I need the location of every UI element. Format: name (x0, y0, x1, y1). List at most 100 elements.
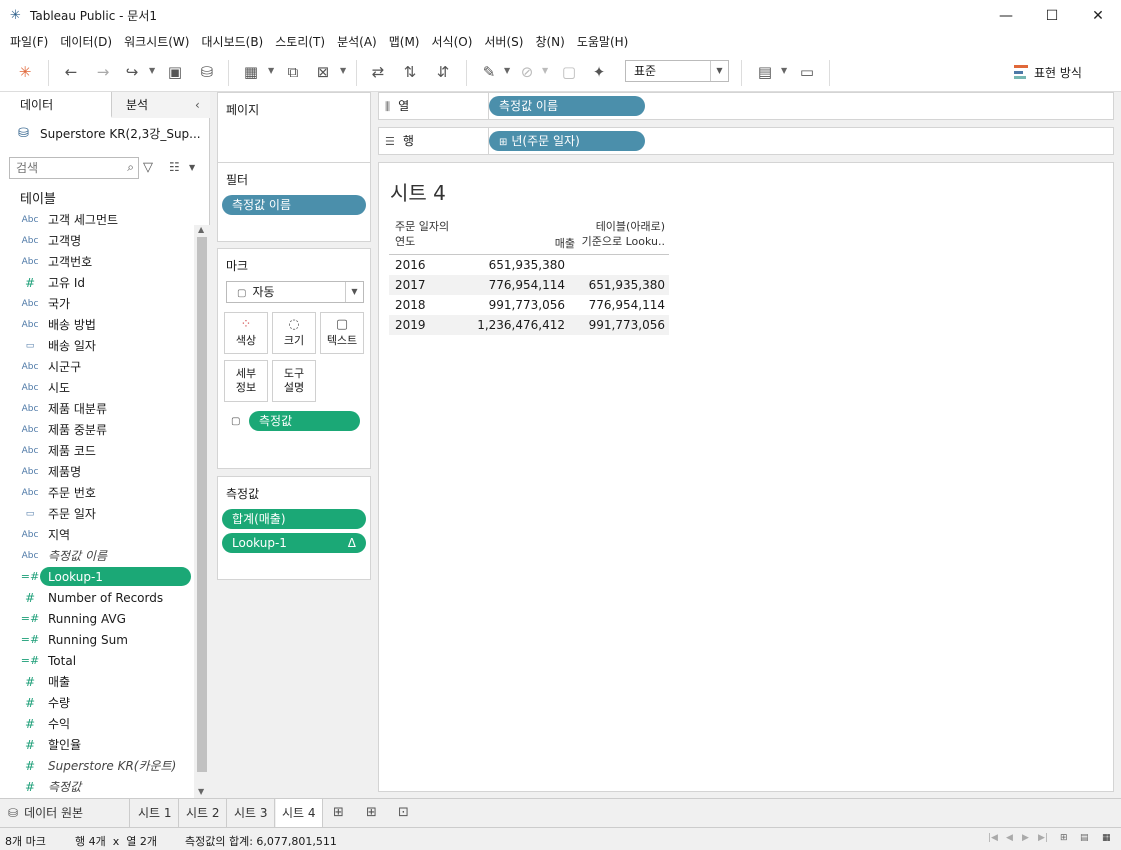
columns-pill-measure-names[interactable]: 측정값 이름 (489, 96, 645, 116)
field-list-scrollbar[interactable]: ▲ ▼ (194, 225, 210, 798)
show-me-button[interactable]: 표현 방식 (1014, 62, 1082, 82)
menu-map[interactable]: 맵(M) (383, 33, 426, 50)
save-icon[interactable]: ▣ (164, 62, 186, 82)
tabs-view-icon[interactable]: ▦ (1102, 833, 1111, 843)
filter-pill-measure-names[interactable]: 측정값 이름 (222, 195, 366, 215)
field-item[interactable]: # 매출 (18, 671, 194, 692)
tableau-home-icon[interactable]: ✳ (14, 62, 36, 82)
menu-format[interactable]: 서식(O) (426, 33, 479, 50)
rows-pill-year[interactable]: ⊞ 년(주문 일자) (489, 131, 645, 151)
search-input[interactable] (10, 158, 118, 178)
field-item[interactable]: # Superstore KR(카운트) (18, 755, 194, 776)
field-item[interactable]: Abc 배송 방법 (18, 314, 194, 335)
datasource-item[interactable]: ⛁ Superstore KR(2,3강_Sup... (18, 125, 201, 142)
field-item[interactable]: # 수익 (18, 713, 194, 734)
group-icon[interactable]: ⊘ (516, 62, 538, 82)
filmstrip-view-icon[interactable]: ▤ (1080, 833, 1089, 843)
tab-sheet-3[interactable]: 시트 3 (228, 799, 275, 827)
new-worksheet-tab-icon[interactable]: ⊞ (333, 805, 344, 820)
menu-server[interactable]: 서버(S) (478, 33, 529, 50)
field-item[interactable]: Abc 제품 대분류 (18, 398, 194, 419)
menu-worksheet[interactable]: 워크시트(W) (118, 33, 195, 50)
tab-sheet-4[interactable]: 시트 4 (276, 799, 323, 827)
filters-card[interactable]: 필터 측정값 이름 (217, 162, 371, 242)
field-item[interactable]: ▭ 주문 일자 (18, 503, 194, 524)
field-item[interactable]: Abc 시도 (18, 377, 194, 398)
highlight-icon[interactable]: ✎ (478, 62, 500, 82)
row-header-year[interactable]: 주문 일자의 연도 (395, 219, 449, 249)
redo-icon[interactable]: → (92, 62, 114, 82)
maximize-button[interactable]: ☐ (1029, 0, 1075, 31)
duplicate-sheet-icon[interactable]: ⧉ (282, 62, 304, 82)
next-page-icon[interactable]: ▶ (1022, 833, 1029, 843)
clear-sheet-caret-icon[interactable]: ▼ (340, 66, 346, 75)
field-item[interactable]: Abc 고객번호 (18, 251, 194, 272)
marks-type-select[interactable]: ▢ 자동 ▼ (226, 281, 364, 303)
scroll-down-icon[interactable]: ▼ (198, 787, 204, 796)
filter-icon[interactable]: ▽ (143, 160, 153, 175)
table-row[interactable]: 2016 651,935,380 (389, 255, 669, 275)
rows-shelf[interactable]: ☰ 행 ⊞ 년(주문 일자) (378, 127, 1114, 155)
text-button[interactable]: ▢ 텍스트 (320, 312, 364, 354)
replay-icon[interactable]: ↪ (121, 62, 143, 82)
menu-story[interactable]: 스토리(T) (269, 33, 331, 50)
datasource-tab[interactable]: ⛁ 데이터 원본 (0, 799, 130, 827)
field-item[interactable]: Abc 국가 (18, 293, 194, 314)
menu-window[interactable]: 창(N) (529, 33, 570, 50)
field-item[interactable]: Abc 지역 (18, 524, 194, 545)
field-item[interactable]: # 할인율 (18, 734, 194, 755)
field-item[interactable]: # 수량 (18, 692, 194, 713)
grid-view-icon[interactable]: ⊞ (1060, 833, 1068, 843)
new-worksheet-icon[interactable]: ▦ (240, 62, 262, 82)
show-cards-caret-icon[interactable]: ▼ (781, 66, 787, 75)
label-icon[interactable]: ▢ (558, 62, 580, 82)
prev-page-icon[interactable]: ◀ (1006, 833, 1013, 843)
clear-sheet-icon[interactable]: ⊠ (312, 62, 334, 82)
marks-pill-measure-values[interactable]: 측정값 (249, 411, 360, 431)
column-header-lookup[interactable]: 테이블(아래로) 기준으로 Looku.. (573, 219, 665, 249)
first-page-icon[interactable]: |◀ (988, 833, 998, 843)
measure-pill-sum-sales[interactable]: 합계(매출) (222, 509, 366, 529)
minimize-button[interactable]: — (983, 0, 1029, 31)
group-caret-icon[interactable]: ▼ (542, 66, 548, 75)
table-row[interactable]: 2017 776,954,114 651,935,380 (389, 275, 669, 295)
field-item[interactable]: =# Total (18, 650, 194, 671)
swap-icon[interactable]: ⇄ (367, 62, 389, 82)
fit-select[interactable]: 표준 ▼ (625, 60, 729, 82)
columns-shelf[interactable]: ⫼ 열 측정값 이름 (378, 92, 1114, 120)
field-item[interactable]: # Number of Records (18, 587, 194, 608)
field-item[interactable]: =# Running AVG (18, 608, 194, 629)
scrollbar-thumb[interactable] (197, 237, 207, 772)
size-button[interactable]: ◌ 크기 (272, 312, 316, 354)
field-item[interactable]: =# Running Sum (18, 629, 194, 650)
field-item[interactable]: # 측정값 (18, 776, 194, 797)
list-view-icon[interactable]: ☷ (169, 160, 180, 174)
field-item[interactable]: Abc 측정값 이름 (18, 545, 194, 566)
sort-descending-icon[interactable]: ⇵ (432, 62, 454, 82)
tooltip-button[interactable]: 도구 설명 (272, 360, 316, 402)
replay-caret-icon[interactable]: ▼ (149, 66, 155, 75)
field-item[interactable]: Abc 고객명 (18, 230, 194, 251)
pin-icon[interactable]: ✦ (588, 62, 610, 82)
field-item[interactable]: ▭ 배송 일자 (18, 335, 194, 356)
menu-data[interactable]: 데이터(D) (54, 33, 118, 50)
last-page-icon[interactable]: ▶| (1038, 833, 1048, 843)
tab-sheet-1[interactable]: 시트 1 (132, 799, 179, 827)
new-worksheet-caret-icon[interactable]: ▼ (268, 66, 274, 75)
undo-icon[interactable]: ← (60, 62, 82, 82)
tab-sheet-2[interactable]: 시트 2 (180, 799, 227, 827)
field-item[interactable]: Abc 주문 번호 (18, 482, 194, 503)
field-item[interactable]: =# Lookup-1 (18, 566, 194, 587)
worksheet-view[interactable]: 시트 4 주문 일자의 연도 매출 테이블(아래로) 기준으로 Looku.. … (378, 162, 1114, 792)
color-button[interactable]: ⁘ 색상 (224, 312, 268, 354)
menu-file[interactable]: 파일(F) (4, 33, 54, 50)
menu-help[interactable]: 도움말(H) (571, 33, 635, 50)
field-item[interactable]: Abc 제품 중분류 (18, 419, 194, 440)
field-item[interactable]: # 고유 Id (18, 272, 194, 293)
show-cards-icon[interactable]: ▤ (754, 62, 776, 82)
new-datasource-icon[interactable]: ⛁ (196, 62, 218, 82)
highlight-caret-icon[interactable]: ▼ (504, 66, 510, 75)
chevron-down-icon[interactable]: ▼ (189, 163, 195, 172)
new-story-tab-icon[interactable]: ⊡ (398, 805, 409, 820)
scroll-up-icon[interactable]: ▲ (198, 225, 204, 234)
